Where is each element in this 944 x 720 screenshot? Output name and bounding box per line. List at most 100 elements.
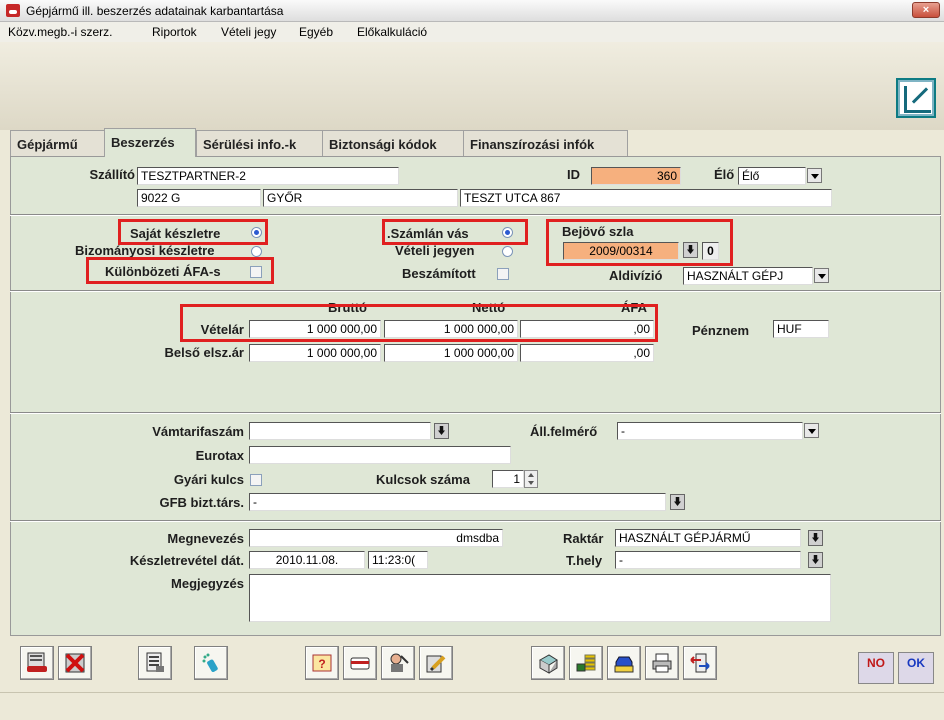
card-button[interactable] — [343, 646, 377, 680]
note-field[interactable] — [249, 574, 831, 622]
svg-text:?: ? — [318, 657, 325, 671]
help-button[interactable]: ? — [305, 646, 339, 680]
internal-vat-field[interactable]: ,00 — [520, 344, 654, 362]
live-select[interactable]: Élő — [738, 167, 806, 185]
chevron-down-icon[interactable] — [804, 423, 819, 438]
highlight-box — [382, 219, 528, 245]
internal-price-label: Belső elsz.ár — [164, 345, 245, 360]
vehicle-list-button[interactable] — [20, 646, 54, 680]
eurotax-label: Eurotax — [195, 448, 244, 463]
factory-key-label: Gyári kulcs — [173, 472, 244, 487]
cancel-button[interactable]: NO — [858, 652, 894, 684]
keys-count-label: Kulcsok száma — [376, 472, 470, 487]
money-button[interactable] — [569, 646, 603, 680]
insurer-field[interactable]: - — [249, 493, 666, 511]
toolbar-area — [0, 42, 944, 130]
spray-icon — [202, 653, 218, 672]
insurer-label: GFB bizt.társ. — [159, 495, 244, 510]
pencil-icon — [426, 655, 446, 673]
note-label: Megjegyzés — [171, 576, 244, 591]
currency-label: Pénznem — [692, 323, 750, 338]
title-bar: Gépjármű ill. beszerzés adatainak karban… — [0, 0, 944, 22]
stock-date-field[interactable]: 2010.11.08. — [249, 551, 365, 569]
menu-item-egyeb[interactable]: Egyéb — [299, 25, 333, 39]
spray-button[interactable] — [194, 646, 228, 680]
delete-icon — [65, 653, 85, 673]
tab-serulesi[interactable]: Sérülési info.-k — [196, 130, 323, 156]
keys-count-field[interactable]: 1 — [492, 470, 524, 488]
edit-icon[interactable] — [896, 78, 936, 118]
ok-label: OK — [907, 656, 925, 670]
subdivision-label: Aldivízió — [609, 268, 663, 283]
street-field[interactable]: TESZT UTCA 867 — [460, 189, 832, 207]
card-icon — [350, 657, 370, 670]
close-button[interactable]: × — [912, 2, 940, 18]
name-label: Megnevezés — [167, 531, 244, 546]
divider — [10, 520, 941, 522]
tariff-field[interactable] — [249, 422, 431, 440]
city-field[interactable]: GYŐR — [263, 189, 458, 207]
transfer-icon — [690, 653, 710, 673]
tariff-label: Vámtarifaszám — [152, 424, 244, 439]
consign-stock-radio[interactable] — [251, 246, 262, 257]
menu-item-riportok[interactable]: Riportok — [152, 25, 197, 39]
car-app-icon — [6, 4, 20, 17]
warehouse-label: Raktár — [563, 531, 604, 546]
warehouse-field[interactable]: HASZNÁLT GÉPJÁRMŰ — [615, 529, 801, 547]
lookup-icon[interactable] — [670, 494, 685, 510]
place-label: T.hely — [566, 553, 603, 568]
delete-vehicle-button[interactable] — [58, 646, 92, 680]
zip-field[interactable]: 9022 G — [137, 189, 261, 207]
mechanic-button[interactable] — [381, 646, 415, 680]
lookup-icon[interactable] — [808, 552, 823, 568]
stock-date-label: Készletrevétel dát. — [129, 553, 244, 568]
keys-count-stepper[interactable] — [524, 470, 538, 488]
document-car-icon — [27, 652, 47, 672]
transfer-button[interactable] — [683, 646, 717, 680]
divider — [10, 214, 941, 216]
ok-button[interactable]: OK — [898, 652, 934, 684]
chevron-down-icon[interactable] — [814, 268, 829, 283]
purchase-ticket-label: Vételi jegyen — [395, 243, 475, 258]
name-field[interactable]: dmsdba — [249, 529, 503, 547]
eurotax-field[interactable] — [249, 446, 511, 464]
surveyor-label: Áll.felmérő — [530, 424, 598, 439]
chevron-down-icon[interactable] — [807, 168, 822, 183]
report-button[interactable] — [138, 646, 172, 680]
invoice-icon — [538, 654, 558, 674]
tab-finanszirozasi[interactable]: Finanszírozási infók — [463, 130, 628, 156]
consign-stock-label: Bizományosi készletre — [75, 243, 215, 258]
subdivision-select[interactable]: HASZNÁLT GÉPJ — [683, 267, 813, 285]
lookup-icon[interactable] — [434, 423, 449, 439]
internal-gross-field[interactable]: 1 000 000,00 — [249, 344, 381, 362]
menu-item-kozv[interactable]: Közv.megb.-i szerz. — [8, 25, 112, 39]
menu-item-elokalkulacio[interactable]: Előkalkuláció — [357, 25, 427, 39]
id-field[interactable]: 360 — [591, 167, 681, 185]
mechanic-icon — [390, 653, 409, 672]
factory-key-checkbox[interactable] — [250, 474, 262, 486]
lookup-icon[interactable] — [808, 530, 823, 546]
currency-field[interactable]: HUF — [773, 320, 829, 338]
print-button[interactable] — [645, 646, 679, 680]
tab-gepjarmu[interactable]: Gépjármű — [10, 130, 105, 156]
tab-beszerzes[interactable]: Beszerzés — [104, 128, 196, 157]
place-field[interactable]: - — [615, 551, 801, 569]
surveyor-select[interactable]: - — [617, 422, 803, 440]
live-label: Élő — [714, 167, 735, 182]
purchase-ticket-radio[interactable] — [502, 246, 513, 257]
menu-item-veteli-jegy[interactable]: Vételi jegy — [221, 25, 276, 39]
supplier-name-field[interactable]: TESZTPARTNER-2 — [137, 167, 399, 185]
divider — [10, 412, 941, 414]
cancel-label: NO — [867, 656, 885, 670]
invoice-button[interactable] — [531, 646, 565, 680]
extra-button[interactable] — [607, 646, 641, 680]
edit-button[interactable] — [419, 646, 453, 680]
offset-checkbox[interactable] — [497, 268, 509, 280]
supplier-label: Szállító — [89, 167, 135, 182]
menu-bar: Közv.megb.-i szerz. Riportok Vételi jegy… — [0, 22, 944, 42]
internal-net-field[interactable]: 1 000 000,00 — [384, 344, 518, 362]
print-icon — [652, 653, 672, 673]
report-icon — [146, 652, 164, 672]
stock-time-field[interactable]: 11:23:0( — [368, 551, 428, 569]
tab-biztonsagi[interactable]: Biztonsági kódok — [322, 130, 464, 156]
